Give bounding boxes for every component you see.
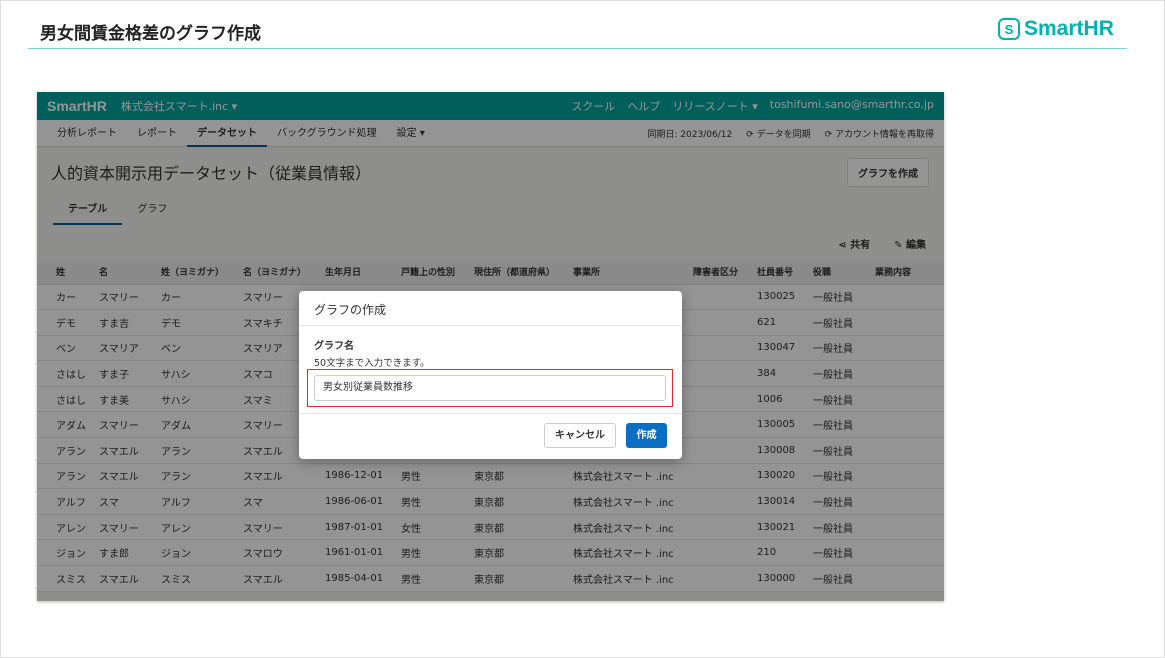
title-divider — [28, 48, 1127, 49]
cancel-button[interactable]: キャンセル — [544, 423, 616, 448]
create-graph-dialog: グラフの作成 グラフ名 50文字まで入力できます。 男女別従業員数推移 キャンセ… — [299, 291, 682, 459]
slide-title: 男女間賃金格差のグラフ作成 — [40, 24, 261, 44]
logo-text: SmartHR — [1024, 17, 1114, 40]
smarthr-logo-icon: S — [998, 18, 1020, 40]
graph-name-help: 50文字まで入力できます。 — [314, 358, 430, 369]
graph-name-input[interactable]: 男女別従業員数推移 — [314, 375, 666, 401]
smarthr-logo: S SmartHR — [998, 17, 1114, 41]
dialog-title: グラフの作成 — [299, 291, 682, 326]
dialog-footer-divider — [299, 413, 682, 414]
graph-name-label: グラフ名 — [314, 341, 354, 352]
create-button[interactable]: 作成 — [626, 423, 667, 448]
